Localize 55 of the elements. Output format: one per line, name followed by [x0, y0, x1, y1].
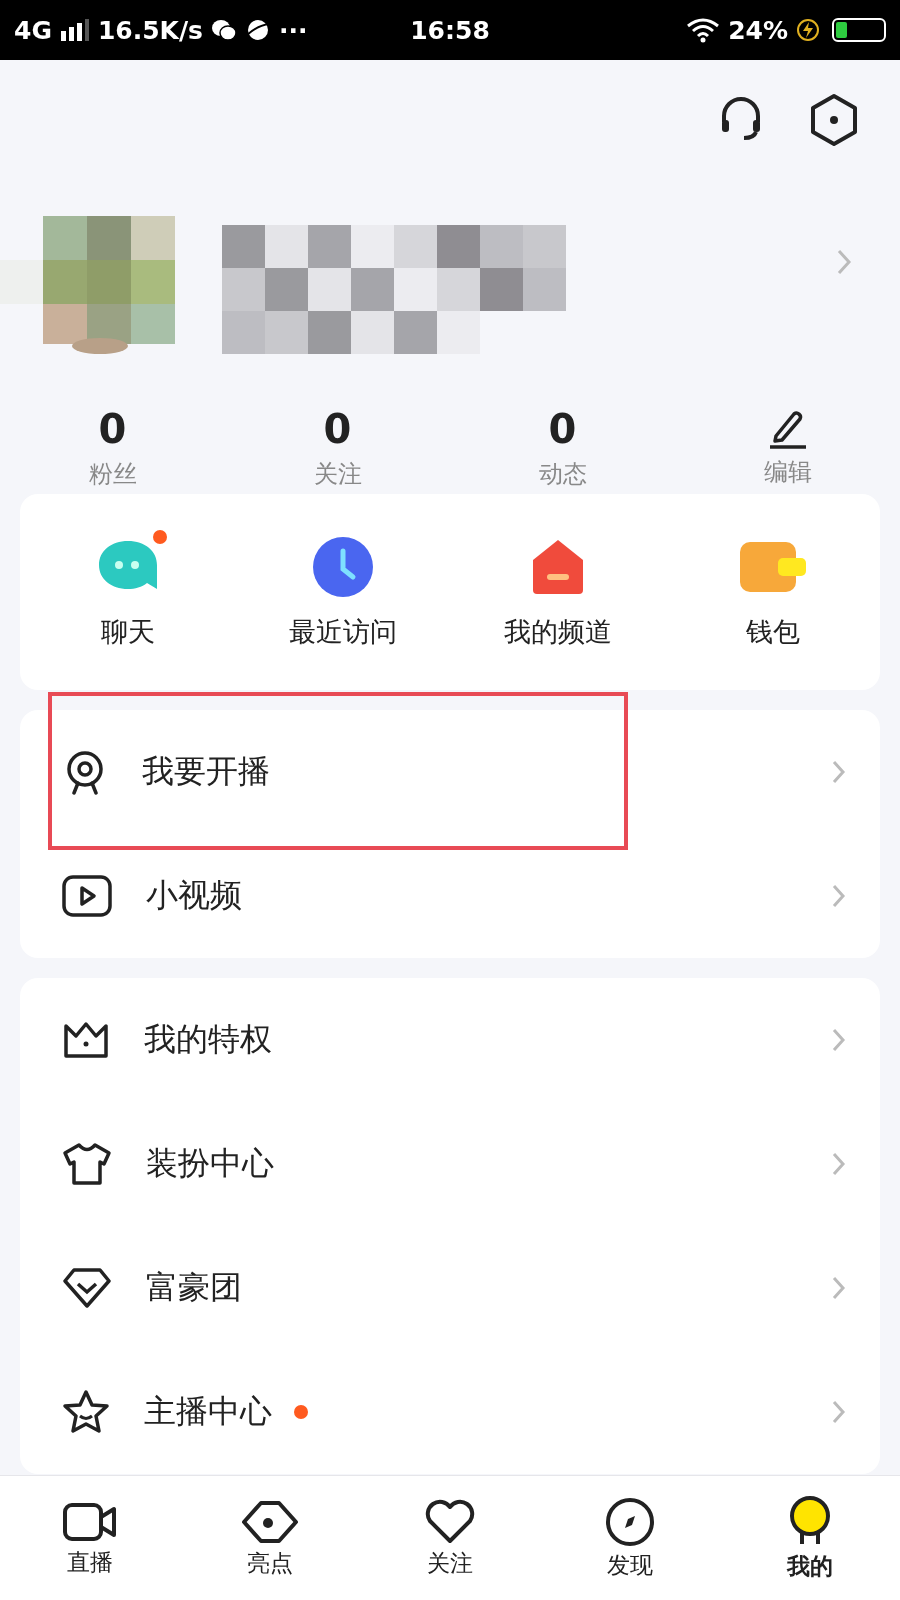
shortcut-item[interactable]: 我的频道: [450, 520, 665, 664]
chevron-right-icon: [832, 1276, 846, 1300]
menu-label: 装扮中心: [146, 1143, 274, 1184]
nav-tab[interactable]: 发现: [540, 1476, 720, 1600]
chevron-right-icon: [832, 760, 846, 784]
menu-item[interactable]: 主播中心: [20, 1350, 880, 1474]
shirt-icon: [62, 1142, 112, 1186]
stat-value: 0: [98, 406, 127, 452]
diamond-icon: [62, 1267, 112, 1309]
stat-label: 粉丝: [88, 459, 137, 490]
chevron-right-icon: [832, 1152, 846, 1176]
heart-icon: [424, 1499, 476, 1545]
stat-value: 0: [323, 406, 352, 452]
battery-percent: 24%: [728, 15, 788, 45]
video-camera-icon: [62, 1500, 118, 1544]
menu-item[interactable]: 小视频: [20, 834, 880, 958]
chevron-right-icon: [832, 884, 846, 908]
chevron-right-icon: [832, 1028, 846, 1052]
more-label: ···: [279, 15, 308, 45]
menu-label: 我要开播: [142, 751, 270, 792]
chat-app-icon: [211, 18, 237, 42]
menu-label: 我的特权: [144, 1019, 272, 1060]
menu-item[interactable]: 我要开播: [20, 710, 880, 834]
signal-icon: [59, 19, 90, 41]
wallet-icon: [739, 540, 806, 594]
menu-label: 主播中心: [144, 1391, 272, 1432]
shortcut-item[interactable]: 聊天: [20, 520, 235, 664]
speed-label: 16.5K/s: [97, 15, 203, 45]
stat-label: 关注: [313, 459, 362, 490]
nav-tab[interactable]: 我的: [720, 1476, 900, 1600]
nav-tab[interactable]: 亮点: [180, 1476, 360, 1600]
nav-tab[interactable]: 关注: [360, 1476, 540, 1600]
chevron-right-icon: [832, 1400, 846, 1424]
clock-time: 16:58: [410, 15, 490, 45]
play-icon: [62, 875, 112, 917]
compass-icon: [605, 1497, 655, 1547]
menu-item[interactable]: 富豪团: [20, 1226, 880, 1350]
stat-value: 0: [548, 406, 577, 452]
menu-item[interactable]: 我的特权: [20, 978, 880, 1102]
crown-icon: [62, 1020, 110, 1060]
battery-icon: [832, 18, 886, 42]
house-icon: [530, 538, 585, 596]
menu-label: 小视频: [146, 875, 242, 916]
network-label: 4G: [14, 15, 52, 45]
wifi-icon: [686, 17, 721, 43]
star-icon: [62, 1389, 110, 1435]
shortcut-item[interactable]: 最近访问: [235, 520, 450, 664]
planet-icon: [245, 17, 271, 43]
eye-icon: [241, 1499, 299, 1545]
nav-tab[interactable]: 直播: [0, 1476, 180, 1600]
stat-label: 动态: [538, 459, 587, 490]
shortcut-item[interactable]: 钱包: [665, 520, 880, 664]
clock-icon: [312, 537, 373, 597]
menu-item[interactable]: 装扮中心: [20, 1102, 880, 1226]
menu-label: 富豪团: [146, 1267, 242, 1308]
